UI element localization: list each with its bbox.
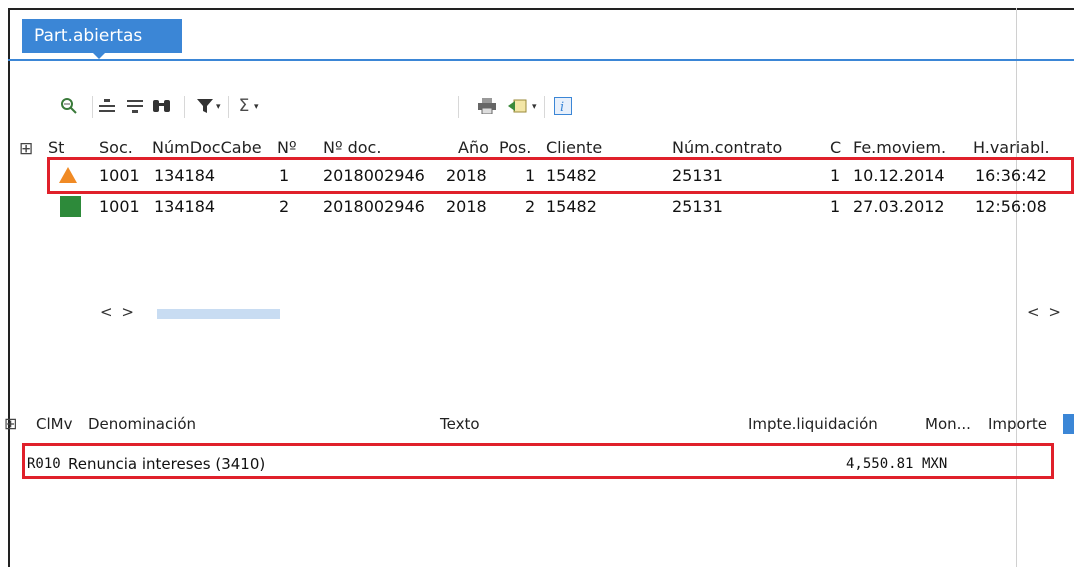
table-cell-pos[interactable]: 1	[525, 166, 535, 185]
table-cell-numdoccabe[interactable]: 134184	[154, 166, 215, 185]
table-cell-pos[interactable]: 2	[525, 197, 535, 216]
window-frame	[8, 8, 1074, 567]
table-cell-nodoc[interactable]: 2018002946	[323, 197, 425, 216]
table-cell-anio[interactable]: 2018	[446, 197, 487, 216]
table-cell-contrato[interactable]: 25131	[672, 166, 723, 185]
print-icon[interactable]	[476, 93, 498, 119]
toolbar-separator	[544, 96, 545, 118]
tab-label: Part.abiertas	[34, 26, 143, 46]
toolbar-separator	[184, 96, 185, 118]
col-header-fecha[interactable]: Fe.moviem.	[853, 138, 946, 157]
export-dropdown-icon[interactable]: ▾	[532, 102, 537, 112]
table-cell-c[interactable]: 1	[830, 197, 840, 216]
table-cell-soc[interactable]: 1001	[99, 197, 140, 216]
table-cell-hora[interactable]: 16:36:42	[975, 166, 1047, 185]
table-cell-nodoc[interactable]: 2018002946	[323, 166, 425, 185]
layout-icon[interactable]: ⊞	[19, 139, 33, 159]
info-icon[interactable]: i	[552, 93, 574, 119]
funnel-dropdown-icon[interactable]: ▾	[216, 102, 221, 112]
col-header-contrato[interactable]: Núm.contrato	[672, 138, 782, 157]
info-icon[interactable]	[1063, 414, 1074, 434]
col-header-st[interactable]: St	[48, 138, 64, 157]
col-header-denominacion[interactable]: Denominación	[88, 415, 196, 433]
table-cell-numdoccabe[interactable]: 134184	[154, 197, 215, 216]
toolbar-separator	[228, 96, 229, 118]
column-divider	[1016, 8, 1017, 567]
table-cell-mon[interactable]: MXN	[922, 456, 947, 472]
col-header-texto[interactable]: Texto	[440, 415, 480, 433]
table-cell-impte[interactable]: 4,550.81	[846, 456, 913, 472]
export-icon[interactable]	[506, 93, 530, 119]
col-header-hora[interactable]: H.variabl.	[973, 138, 1050, 157]
table-cell-fecha[interactable]: 10.12.2014	[853, 166, 945, 185]
table-cell-c[interactable]: 1	[830, 166, 840, 185]
toolbar-separator	[92, 96, 93, 118]
col-header-pos[interactable]: Pos.	[499, 138, 531, 157]
col-header-impte[interactable]: Impte.liquidación	[748, 415, 878, 433]
ok-status-icon[interactable]	[60, 196, 81, 217]
col-header-importe[interactable]: Importe	[988, 415, 1047, 433]
col-header-clmv[interactable]: ClMv	[36, 415, 72, 433]
toolbar-separator	[458, 96, 459, 118]
col-header-cliente[interactable]: Cliente	[546, 138, 602, 157]
table-cell-anio[interactable]: 2018	[446, 166, 487, 185]
svg-text:i: i	[560, 100, 564, 115]
align-icon[interactable]	[96, 93, 118, 119]
scroll-arrows-right[interactable]: < >	[1027, 303, 1063, 321]
col-header-mon[interactable]: Mon...	[925, 415, 971, 433]
find-icon[interactable]	[150, 93, 174, 119]
filter-lines-icon[interactable]	[124, 93, 146, 119]
table-cell-soc[interactable]: 1001	[99, 166, 140, 185]
table-cell-cliente[interactable]: 15482	[546, 166, 597, 185]
funnel-icon[interactable]	[194, 93, 216, 119]
layout-icon[interactable]: ⊞	[4, 414, 17, 433]
sum-dropdown-icon[interactable]: ▾	[254, 102, 259, 112]
table-cell-cliente[interactable]: 15482	[546, 197, 597, 216]
table-cell-contrato[interactable]: 25131	[672, 197, 723, 216]
scroll-arrows-left[interactable]: < >	[100, 303, 136, 321]
warning-status-icon[interactable]	[59, 167, 77, 183]
table-cell-clmv[interactable]: R010	[27, 456, 61, 472]
tab-underline	[8, 59, 1074, 61]
horizontal-scrollbar[interactable]	[157, 309, 280, 319]
table-cell-denominacion[interactable]: Renuncia intereses (3410)	[68, 455, 265, 473]
table-cell-no[interactable]: 2	[279, 197, 289, 216]
table-cell-no[interactable]: 1	[279, 166, 289, 185]
tab-part-abiertas[interactable]: Part.abiertas	[22, 19, 182, 53]
col-header-soc[interactable]: Soc.	[99, 138, 133, 157]
table-cell-fecha[interactable]: 27.03.2012	[853, 197, 945, 216]
col-header-nodoc[interactable]: Nº doc.	[323, 138, 381, 157]
col-header-c[interactable]: C	[830, 138, 841, 157]
col-header-anio[interactable]: Año	[458, 138, 489, 157]
sum-icon[interactable]: Σ	[234, 93, 254, 119]
col-header-no[interactable]: Nº	[277, 138, 297, 157]
table-cell-hora[interactable]: 12:56:08	[975, 197, 1047, 216]
details-icon[interactable]	[58, 93, 80, 119]
col-header-numdoccabe[interactable]: NúmDocCabe	[152, 138, 262, 157]
